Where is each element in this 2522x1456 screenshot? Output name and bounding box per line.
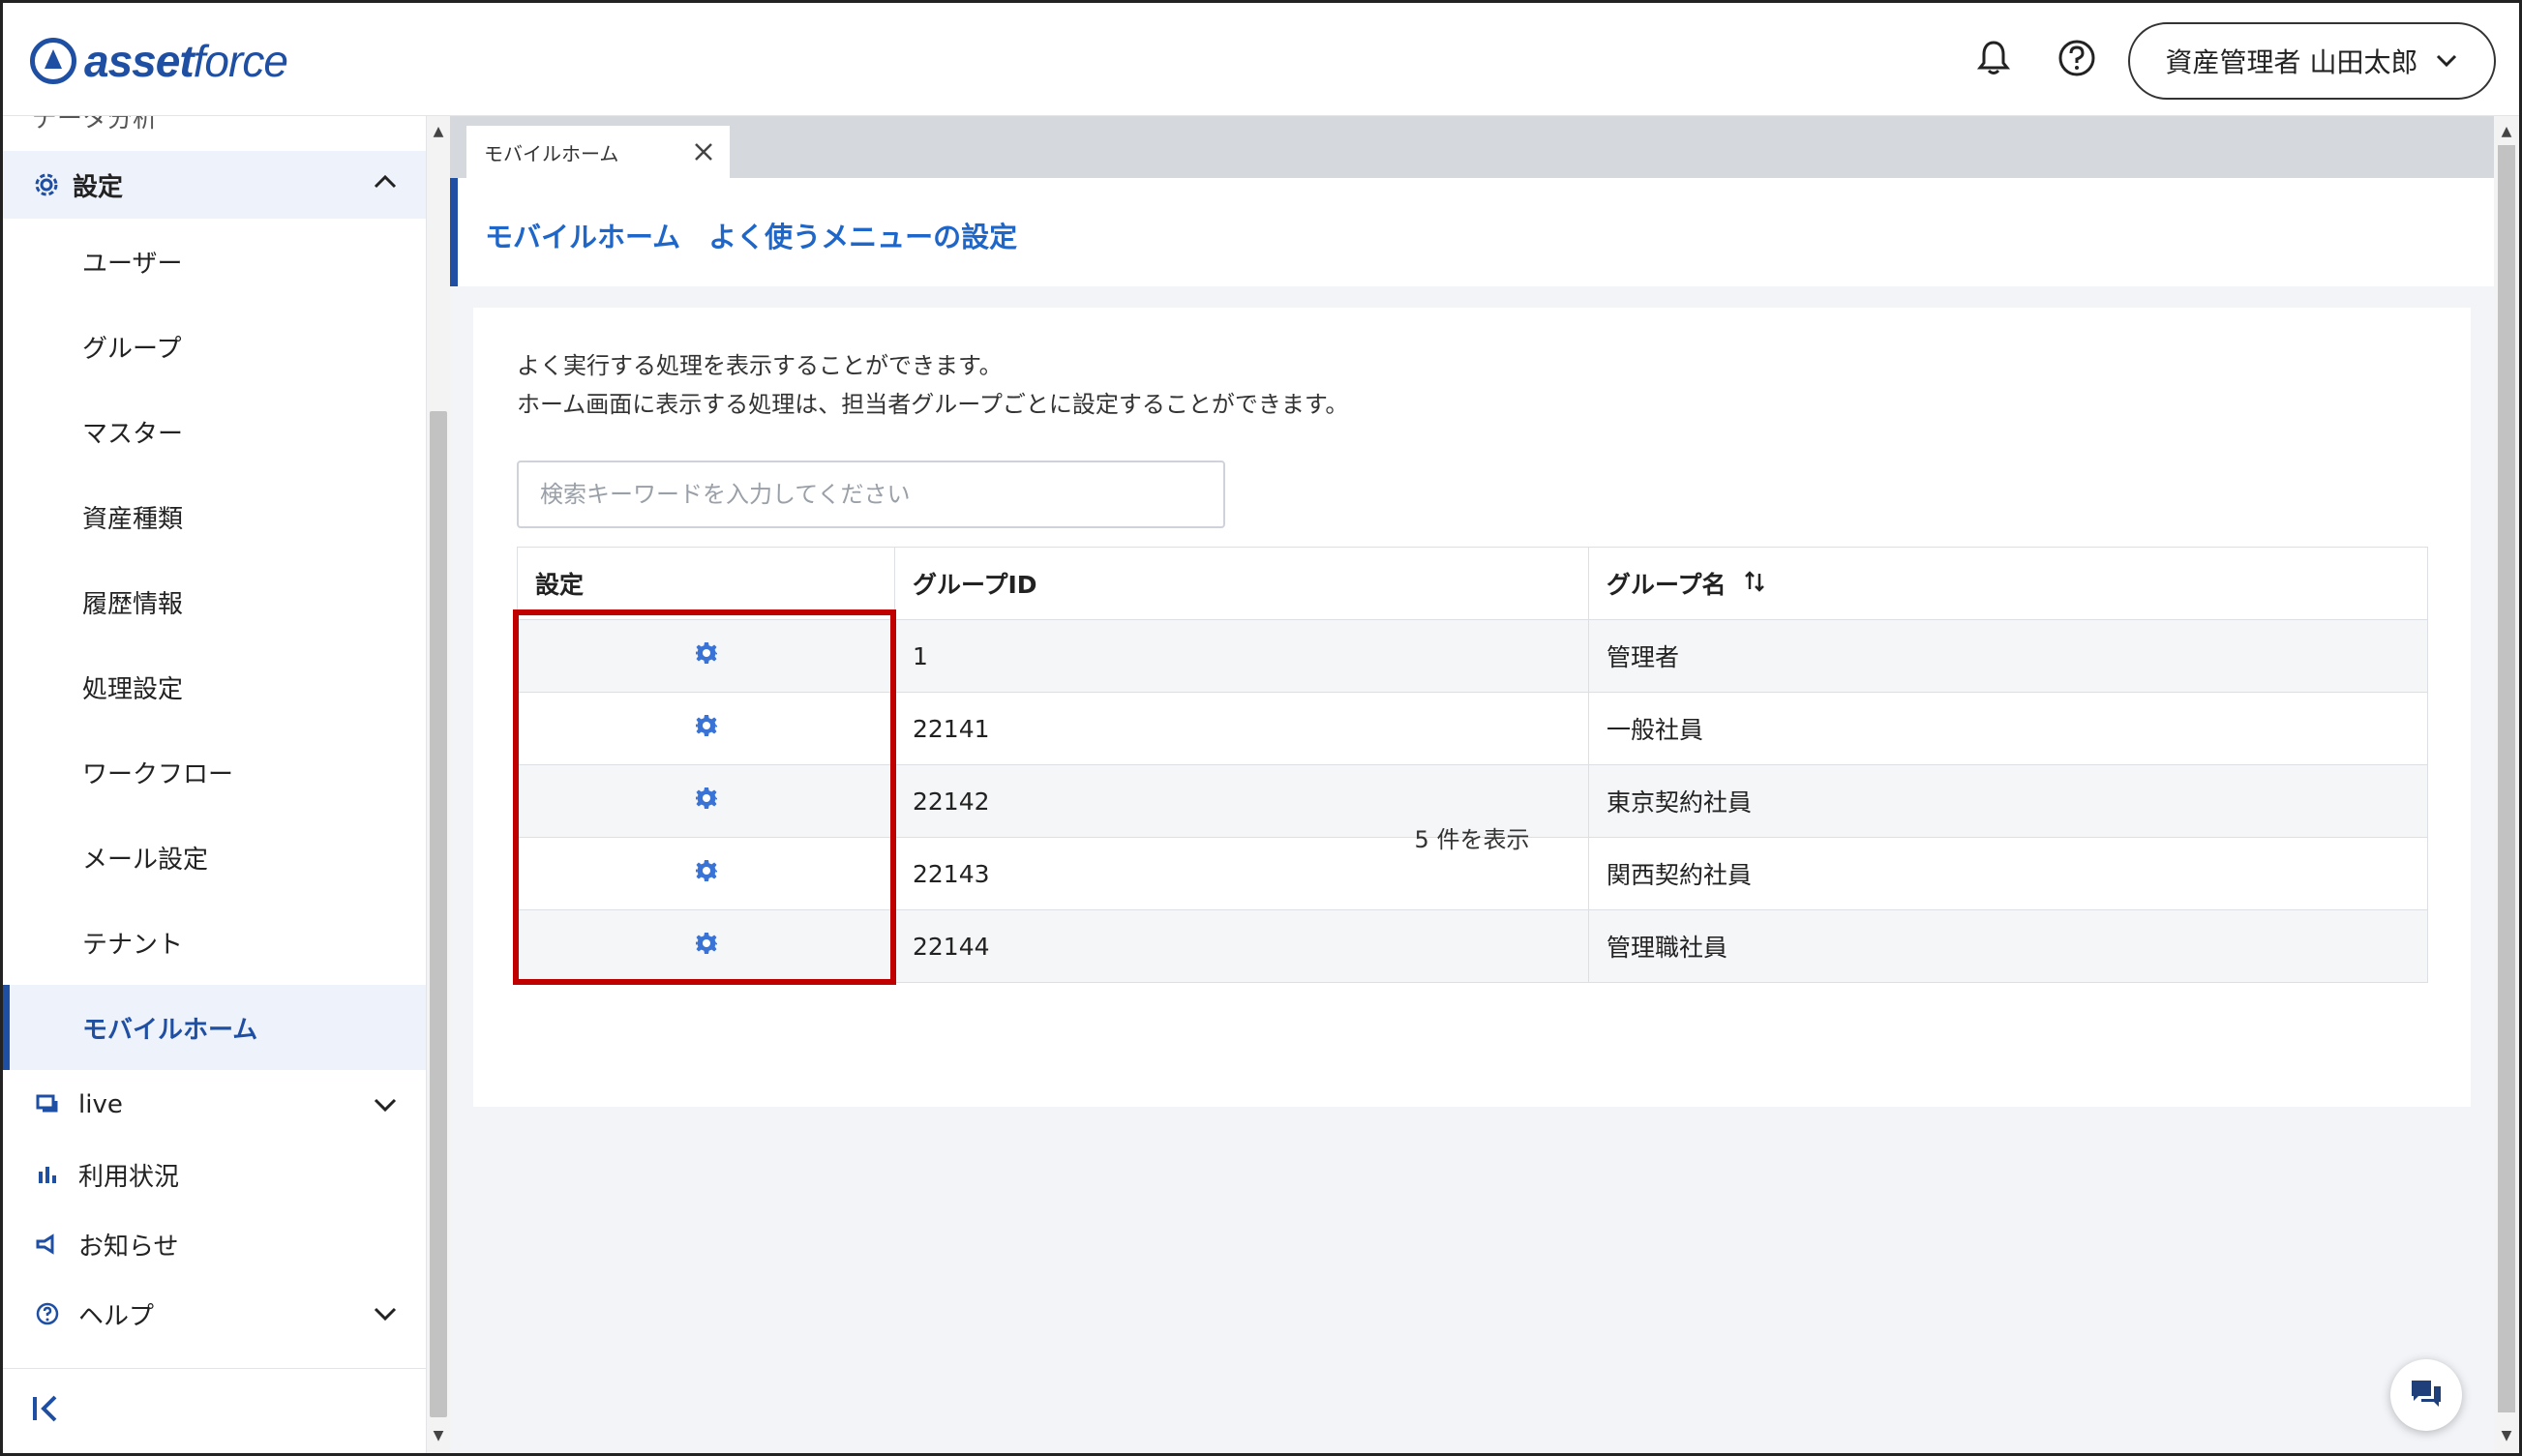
gear-icon[interactable]: [695, 787, 718, 810]
sidebar-item-workflow[interactable]: ワークフロー: [3, 729, 426, 815]
user-menu-button[interactable]: 資産管理者 山田太郎: [2128, 22, 2496, 100]
chevron-down-icon[interactable]: [373, 1300, 398, 1329]
gear-icon[interactable]: [695, 714, 718, 737]
result-count: 5 件を表示: [1414, 826, 1530, 853]
gear-icon[interactable]: [695, 932, 718, 955]
sidebar-section-settings[interactable]: 設定: [3, 151, 426, 219]
chat-icon: [2409, 1378, 2444, 1412]
chevron-up-icon[interactable]: [373, 168, 398, 197]
bar-chart-icon: [34, 1164, 61, 1185]
settings-cell: [517, 909, 895, 983]
sidebar-item-groups[interactable]: グループ: [3, 304, 426, 389]
content-card: よく実行する処理を表示することができます。 ホーム画面に表示する処理は、担当者グ…: [473, 308, 2471, 1107]
app-logo[interactable]: assetforce: [30, 32, 288, 90]
sidebar-item-data-analysis[interactable]: データ分析: [32, 116, 158, 134]
page-title-bar: モバイルホーム よく使うメニューの設定: [450, 178, 2494, 286]
gear-icon[interactable]: [695, 859, 718, 882]
scroll-down-icon[interactable]: ▼: [427, 1424, 450, 1447]
settings-cell: [517, 619, 895, 693]
group-id-cell: 22141: [894, 692, 1589, 765]
sidebar-item-mobile-home[interactable]: モバイルホーム: [3, 985, 426, 1070]
sort-icon[interactable]: [1744, 571, 1765, 599]
chat-icon: [34, 1093, 61, 1116]
column-header-label: グループ名: [1606, 571, 1726, 599]
table-row: 22144 管理職社員: [517, 909, 2428, 983]
sidebar-divider: [3, 1368, 426, 1369]
sidebar-item-live[interactable]: live: [3, 1070, 426, 1140]
page-description: よく実行する処理を表示することができます。 ホーム画面に表示する処理は、担当者グ…: [517, 346, 1348, 424]
group-name-cell: 管理者: [1588, 619, 2428, 693]
sidebar-item-process-settings[interactable]: 処理設定: [3, 644, 426, 729]
sidebar-item-label: お知らせ: [78, 1232, 179, 1262]
scroll-down-icon[interactable]: ▼: [2495, 1424, 2518, 1447]
group-id-cell: 1: [894, 619, 1589, 693]
sidebar-item-label: live: [78, 1090, 123, 1119]
megaphone-icon: [34, 1233, 61, 1255]
sidebar-item-label: 利用状況: [78, 1162, 180, 1192]
close-icon[interactable]: [693, 137, 714, 169]
tab-bar: モバイルホーム: [450, 116, 2494, 178]
page-scrollbar[interactable]: ▲ ▼: [2494, 116, 2519, 1453]
sidebar-item-mail-settings[interactable]: メール設定: [3, 815, 426, 900]
table-row: 1 管理者: [517, 619, 2428, 693]
group-id-cell: 22144: [894, 909, 1589, 983]
bell-icon[interactable]: [1969, 34, 2018, 82]
sidebar-scrollbar-thumb[interactable]: [430, 411, 447, 1417]
sidebar-item-master[interactable]: マスター: [3, 389, 426, 474]
logo-text: assetforce: [84, 36, 288, 86]
gear-icon: [34, 172, 59, 197]
page-scrollbar-thumb[interactable]: [2498, 145, 2515, 1412]
column-header-group-name[interactable]: グループ名: [1588, 547, 2428, 620]
tab-mobile-home[interactable]: モバイルホーム: [466, 126, 730, 178]
tab-label: モバイルホーム: [484, 141, 619, 165]
gear-icon[interactable]: [695, 641, 718, 665]
sidebar-scrollbar[interactable]: ▲ ▼: [427, 116, 450, 1453]
sidebar-item-tenant[interactable]: テナント: [3, 900, 426, 985]
main-content: モバイルホーム モバイルホーム よく使うメニューの設定 よく実行する処理を表示す…: [450, 116, 2494, 1453]
sidebar-item-usage[interactable]: 利用状況: [3, 1140, 426, 1209]
sidebar-item-history[interactable]: 履歴情報: [3, 559, 426, 644]
logo-icon: [30, 38, 76, 84]
sidebar-item-label: ヘルプ: [78, 1301, 155, 1331]
sidebar-item-help[interactable]: ヘルプ: [3, 1279, 426, 1349]
sidebar-item-users[interactable]: ユーザー: [3, 219, 426, 304]
chevron-down-icon[interactable]: [373, 1091, 398, 1120]
group-name-cell: 一般社員: [1588, 692, 2428, 765]
user-name: 資産管理者 山田太郎: [2165, 46, 2418, 78]
table-row: 22141 一般社員: [517, 692, 2428, 765]
sidebar-item-news[interactable]: お知らせ: [3, 1209, 426, 1279]
description-line: よく実行する処理を表示することができます。: [517, 352, 1003, 379]
collapse-sidebar-icon[interactable]: [30, 1393, 63, 1432]
chevron-down-icon: [2435, 46, 2458, 75]
sidebar: データ分析 設定 ユーザー グループ マスター 資産種類 履歴情報 処理設定 ワ…: [3, 116, 427, 1453]
help-icon[interactable]: [2053, 34, 2101, 82]
search-input[interactable]: [517, 461, 1225, 528]
table-header-row: 設定 グループID グループ名: [517, 547, 2428, 620]
column-header-group-id: グループID: [894, 547, 1589, 620]
scroll-up-icon[interactable]: ▲: [2495, 120, 2518, 143]
page-title: モバイルホーム よく使うメニューの設定: [485, 221, 1018, 253]
help-icon: [34, 1302, 61, 1325]
group-name-cell: 管理職社員: [1588, 909, 2428, 983]
group-table: 設定 グループID グループ名 1 管理者 22141 一般社員 22142 東京契約社員…: [517, 547, 2428, 983]
description-line: ホーム画面に表示する処理は、担当者グループごとに設定することができます。: [517, 391, 1349, 418]
sidebar-item-asset-types[interactable]: 資産種類: [3, 474, 426, 559]
settings-cell: [517, 692, 895, 765]
chat-support-button[interactable]: [2390, 1359, 2462, 1431]
column-header-settings: 設定: [517, 547, 895, 620]
sidebar-section-label: 設定: [73, 172, 124, 202]
scroll-up-icon[interactable]: ▲: [427, 120, 450, 143]
app-header: assetforce 資産管理者 山田太郎: [3, 3, 2519, 116]
